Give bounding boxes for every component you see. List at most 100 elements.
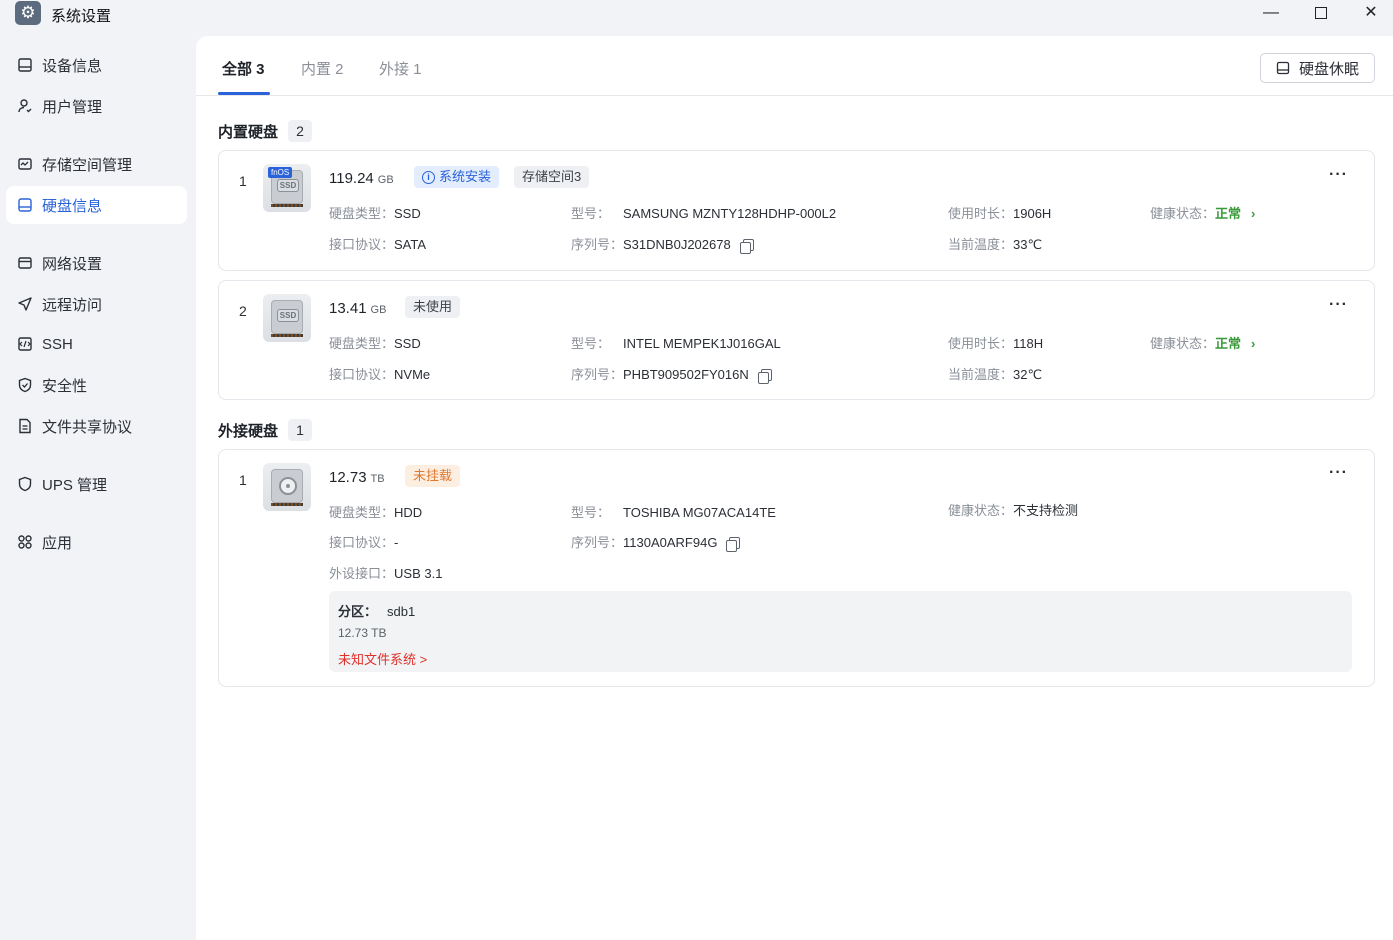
internal-count-badge: 2 xyxy=(288,120,312,142)
protocol-field: 接口协议：- xyxy=(329,532,398,551)
sidebar: 设备信息 用户管理 存储空间管理 硬盘信息 网络设置 远程访问 SSH 安全性 … xyxy=(0,36,196,940)
sidebar-item-security[interactable]: 安全性 xyxy=(6,366,187,404)
unknown-filesystem-link[interactable]: 未知文件系统 > xyxy=(338,649,427,668)
field-label: 接口协议： xyxy=(329,535,395,550)
sidebar-item-network[interactable]: 网络设置 xyxy=(6,244,187,282)
field-label: 硬盘类型： xyxy=(329,336,395,351)
temperature-field: 当前温度：33℃ xyxy=(948,234,1042,253)
field-label: 健康状态： xyxy=(1150,336,1216,351)
disk-card: 1 12.73 TB 未挂载 硬盘类型：HDD 型号： TOSHIBA MG07AC… xyxy=(218,449,1375,687)
protocol-field: 接口协议：SATA xyxy=(329,234,426,253)
maximize-button[interactable] xyxy=(1308,2,1334,24)
ssh-icon xyxy=(16,336,33,353)
sidebar-item-ups[interactable]: UPS 管理 xyxy=(6,465,187,503)
sidebar-item-label: UPS 管理 xyxy=(42,476,108,494)
copy-icon[interactable] xyxy=(739,238,754,254)
tab-external[interactable]: 外接 1 xyxy=(379,58,422,79)
field-label: 硬盘类型： xyxy=(329,505,395,520)
sidebar-item-storage[interactable]: 存储空间管理 xyxy=(6,145,187,183)
disk-size-unit: TB xyxy=(370,473,385,485)
disk-card: 1 SSD fnOS 119.24 GB i 系统安装 存储空间3 硬盘类型：SSD… xyxy=(218,150,1375,271)
health-value: 不支持检测 xyxy=(1013,503,1079,518)
field-label: 使用时长： xyxy=(948,336,1014,351)
chevron-right-icon[interactable]: › xyxy=(1251,336,1255,351)
disk-connector xyxy=(271,503,303,506)
field-label: 健康状态： xyxy=(1150,206,1216,221)
partition-panel: 分区： sdb1 12.73 TB 未知文件系统 > xyxy=(329,591,1352,672)
ssd-disk-icon: SSD fnOS xyxy=(263,164,311,212)
field-label: 型号： xyxy=(571,206,611,221)
health-value: 正常 xyxy=(1215,336,1242,351)
model-field: 型号： TOSHIBA MG07ACA14TE xyxy=(571,502,776,521)
sidebar-item-label: 文件共享协议 xyxy=(42,418,133,436)
sidebar-item-apps[interactable]: 应用 xyxy=(6,523,187,561)
usage-hours-value: 118H xyxy=(1013,336,1044,351)
model-field: 型号： INTEL MEMPEK1J016GAL xyxy=(571,333,781,352)
model-value: TOSHIBA MG07ACA14TE xyxy=(623,505,776,520)
disk-size-value: 12.73 xyxy=(329,469,367,486)
external-port-field: 外设接口：USB 3.1 xyxy=(329,563,442,582)
sidebar-item-label: 用户管理 xyxy=(42,98,103,116)
field-label: 健康状态： xyxy=(948,503,1014,518)
field-label: 当前温度： xyxy=(948,367,1014,382)
partition-size: 12.73 TB xyxy=(338,626,387,640)
chevron-right-icon[interactable]: › xyxy=(1251,206,1255,221)
minimize-button[interactable]: — xyxy=(1258,2,1284,24)
sidebar-item-users[interactable]: 用户管理 xyxy=(6,87,187,125)
serial-field: 序列号：1130A0ARF94G xyxy=(571,532,741,552)
disk-sleep-button[interactable]: 硬盘休眠 xyxy=(1260,53,1375,83)
health-value: 正常 xyxy=(1215,206,1242,221)
sidebar-item-label: SSH xyxy=(42,335,73,353)
serial-value: S31DNB0J202678 xyxy=(623,237,731,252)
disk-index: 1 xyxy=(239,173,247,189)
sidebar-item-label: 网络设置 xyxy=(42,255,103,273)
sidebar-item-file-share[interactable]: 文件共享协议 xyxy=(6,407,187,445)
copy-icon[interactable] xyxy=(726,536,741,552)
sidebar-item-label: 硬盘信息 xyxy=(42,197,103,215)
health-field[interactable]: 健康状态：正常 › xyxy=(1150,333,1255,352)
sidebar-item-remote-access[interactable]: 远程访问 xyxy=(6,285,187,323)
field-label: 序列号： xyxy=(571,535,624,550)
unmounted-tag: 未挂载 xyxy=(405,465,461,487)
more-options-icon[interactable]: ··· xyxy=(1329,464,1348,482)
disk-type-label: SSD xyxy=(277,309,299,322)
external-count-badge: 1 xyxy=(288,419,312,441)
disk-body xyxy=(271,469,303,503)
disk-index: 1 xyxy=(239,472,247,488)
sidebar-item-ssh[interactable]: SSH xyxy=(6,325,187,363)
system-install-label: 系统安装 xyxy=(439,169,492,184)
health-field[interactable]: 健康状态：正常 › xyxy=(1150,203,1255,222)
disk-size-value: 119.24 xyxy=(329,170,374,187)
serial-field: 序列号：S31DNB0J202678 xyxy=(571,234,754,254)
close-button[interactable]: ✕ xyxy=(1358,2,1384,24)
tab-all[interactable]: 全部 3 xyxy=(222,58,265,79)
unused-tag: 未使用 xyxy=(405,296,461,318)
copy-icon[interactable] xyxy=(757,368,772,384)
tab-internal[interactable]: 内置 2 xyxy=(301,58,344,79)
sidebar-item-disk-info[interactable]: 硬盘信息 xyxy=(6,186,187,224)
ssd-disk-icon: SSD xyxy=(263,294,311,342)
disk-size: 12.73 TB xyxy=(329,469,385,486)
sidebar-item-device-info[interactable]: 设备信息 xyxy=(6,46,187,84)
network-icon xyxy=(16,255,33,272)
disk-connector xyxy=(271,334,303,337)
model-value: SAMSUNG MZNTY128HDHP-000L2 xyxy=(623,206,837,221)
temperature-value: 32℃ xyxy=(1013,367,1043,382)
more-options-icon[interactable]: ··· xyxy=(1329,296,1348,314)
sidebar-item-label: 应用 xyxy=(42,534,73,552)
disk-type-value: SSD xyxy=(394,206,421,221)
field-label: 硬盘类型： xyxy=(329,206,395,221)
main-panel: 全部 3 内置 2 外接 1 硬盘休眠 内置硬盘 2 1 SSD fnOS 11… xyxy=(196,36,1393,940)
disk-body: SSD xyxy=(271,300,303,334)
field-label: 序列号： xyxy=(571,367,624,382)
disk-connector xyxy=(271,204,303,207)
fnos-badge: fnOS xyxy=(268,167,293,178)
more-options-icon[interactable]: ··· xyxy=(1329,166,1348,184)
ups-icon xyxy=(16,476,33,493)
partition-label: 分区： xyxy=(338,604,378,619)
field-label: 外设接口： xyxy=(329,566,395,581)
field-label: 当前温度： xyxy=(948,237,1014,252)
protocol-value: SATA xyxy=(394,237,427,252)
sidebar-item-label: 远程访问 xyxy=(42,296,103,314)
disk-type-field: 硬盘类型：HDD xyxy=(329,502,422,521)
